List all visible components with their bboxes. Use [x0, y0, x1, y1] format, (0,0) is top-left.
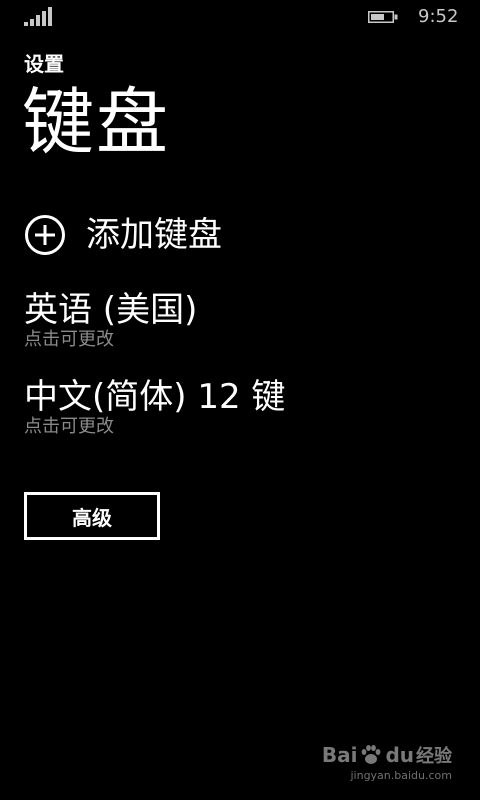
watermark-brand: 经验	[416, 746, 452, 767]
advanced-button[interactable]: 高级	[24, 492, 160, 540]
page-title: 键盘	[22, 80, 171, 164]
keyboard-name: 英语 (美国)	[24, 290, 198, 330]
status-time: 9:52	[418, 6, 459, 27]
baidu-jingyan-watermark: Bai du 经验 jingyan.baidu.com	[322, 742, 452, 782]
plus-circle-icon	[25, 215, 65, 255]
watermark-logo-left: Bai	[321, 743, 358, 767]
signal-icon	[24, 7, 52, 26]
status-bar: 9:52	[0, 0, 480, 32]
keyboard-name: 中文(简体) 12 键	[24, 377, 286, 417]
keyboard-hint: 点击可更改	[24, 416, 114, 437]
keyboard-item-chinese-simplified-12key[interactable]: 中文(简体) 12 键 点击可更改	[24, 377, 285, 437]
watermark-logo-right: du	[385, 743, 414, 767]
paw-icon	[362, 745, 381, 764]
add-keyboard-label: 添加键盘	[86, 215, 222, 255]
battery-icon	[368, 11, 398, 23]
watermark-logo: Bai du 经验	[322, 742, 452, 768]
add-keyboard-button[interactable]: 添加键盘	[24, 212, 222, 258]
watermark-url: jingyan.baidu.com	[350, 769, 452, 782]
keyboard-hint: 点击可更改	[24, 329, 114, 350]
app-title: 设置	[24, 52, 64, 76]
keyboard-item-english-us[interactable]: 英语 (美国) 点击可更改	[24, 290, 197, 350]
